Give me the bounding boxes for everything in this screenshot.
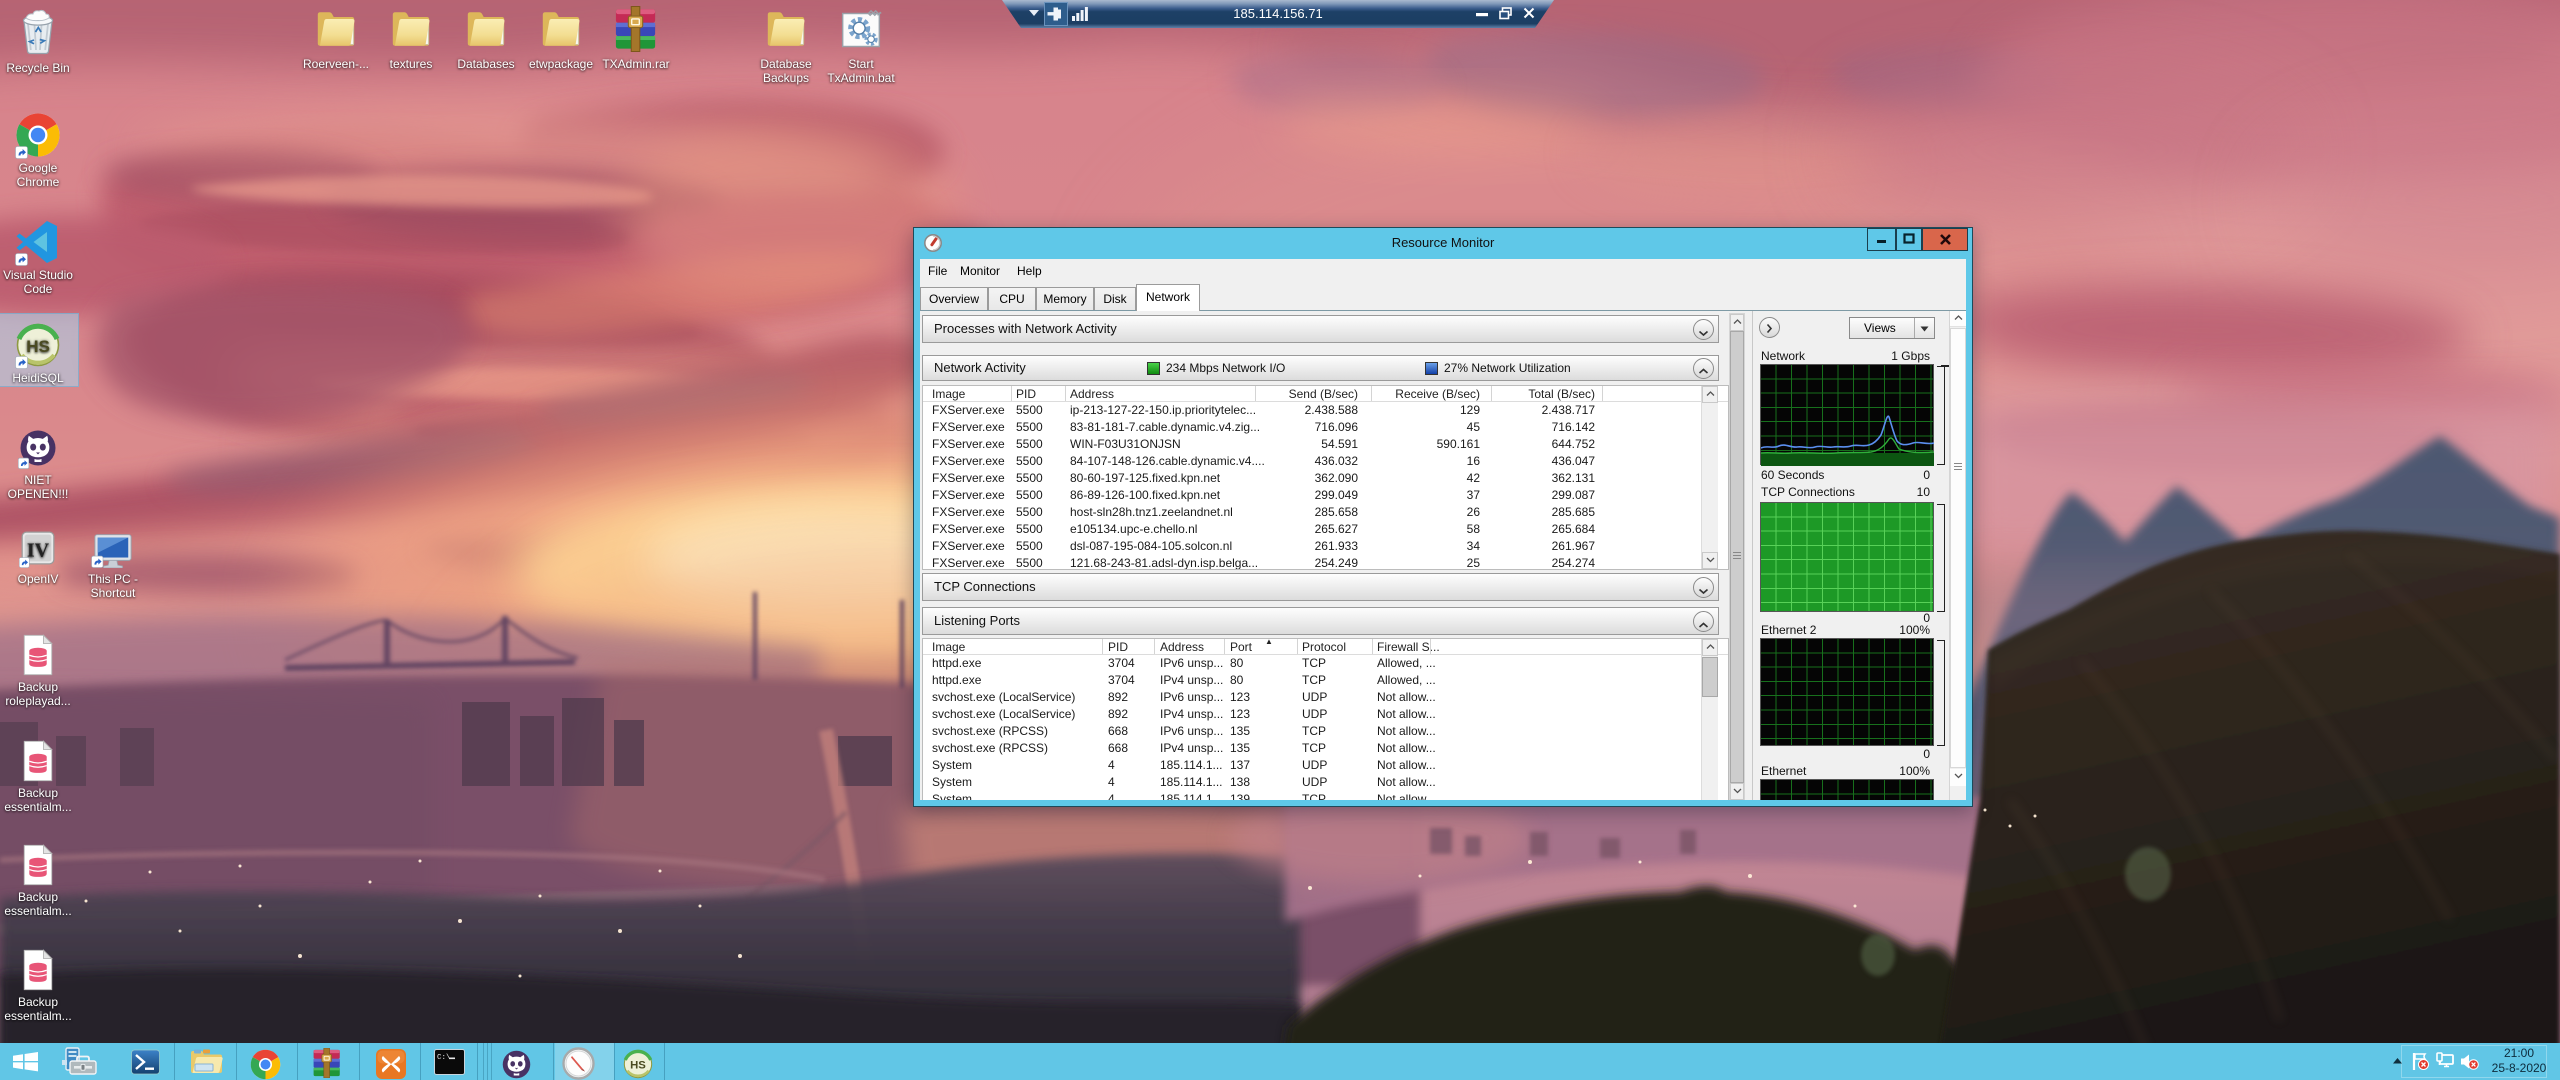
svg-text:C:\: C:\ [437, 1054, 451, 1062]
